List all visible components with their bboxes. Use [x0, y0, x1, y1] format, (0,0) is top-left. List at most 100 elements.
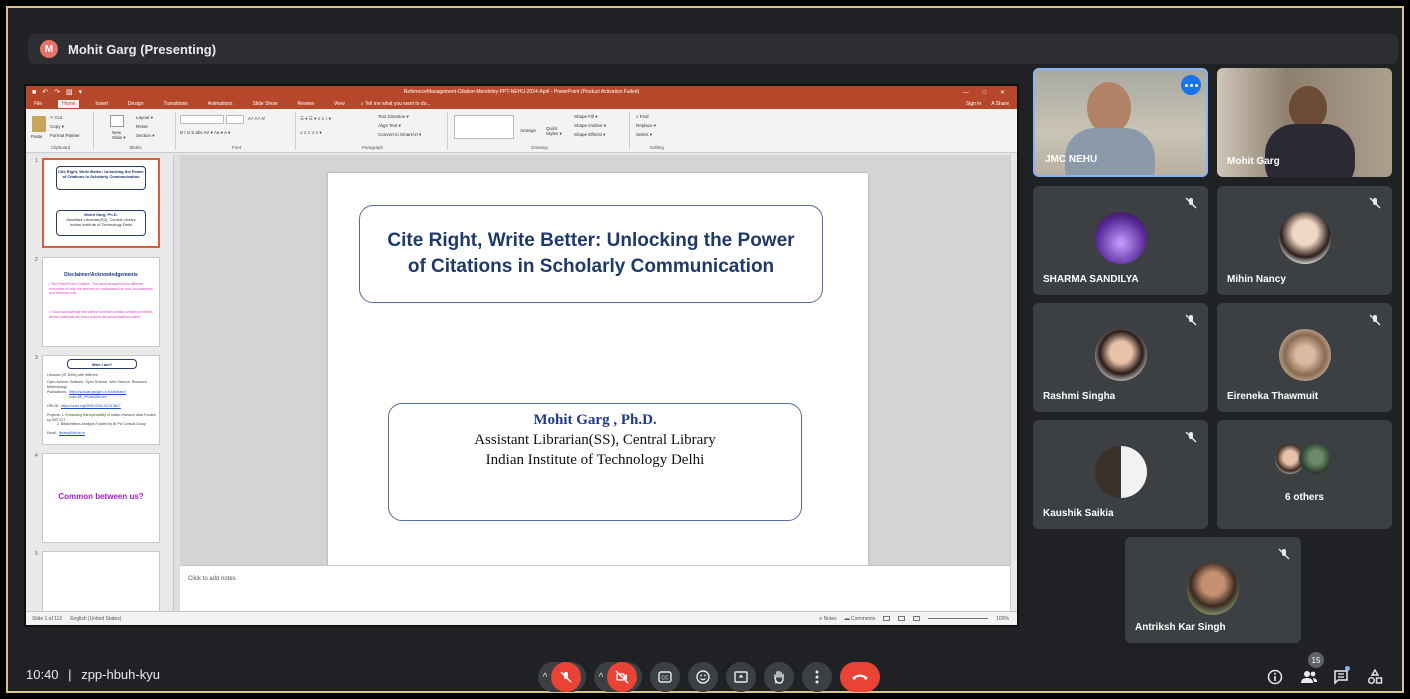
emoji-button[interactable]: [688, 662, 718, 692]
participant-video-shirt: [1065, 128, 1155, 175]
new-slide-icon[interactable]: [110, 115, 124, 127]
zoom-slider[interactable]: [928, 618, 989, 619]
mic-options-icon[interactable]: ^: [543, 672, 548, 683]
paste-icon[interactable]: [32, 116, 46, 132]
copy-button[interactable]: Copy ▾: [50, 124, 64, 130]
clipboard-group: Paste ✂ Cut Copy ▾ Format Painter Clipbo…: [28, 112, 94, 150]
arrange-button[interactable]: Arrange: [520, 128, 536, 133]
slide-thumbnail-3[interactable]: Who I am? Librarian (IIT Delhi) with dif…: [42, 355, 160, 445]
camera-options-icon[interactable]: ^: [599, 672, 604, 683]
mic-off-button[interactable]: [551, 662, 582, 692]
tab-insert[interactable]: Insert: [91, 100, 112, 108]
participant-tile-rashmi-singha[interactable]: Rashmi Singha: [1033, 303, 1208, 412]
present-button[interactable]: [726, 662, 756, 692]
participant-video: [1087, 82, 1131, 134]
view-normal-icon[interactable]: [883, 616, 891, 621]
font-size-controls[interactable]: A˄ A˅ A̸: [248, 116, 264, 121]
slide-author-box[interactable]: Mohit Garg , Ph.D. Assistant Librarian(S…: [388, 403, 802, 521]
layout-button[interactable]: Layout ▾: [136, 115, 153, 121]
slide-thumbnail-1[interactable]: Cite Right, Write Better: Unlocking the …: [42, 158, 160, 248]
language-indicator[interactable]: English (United States): [70, 616, 121, 622]
find-button[interactable]: ⌕ Find: [636, 114, 649, 119]
current-slide[interactable]: Cite Right, Write Better: Unlocking the …: [328, 173, 868, 579]
camera-off-button[interactable]: [607, 662, 638, 692]
shape-fill-button[interactable]: Shape Fill ▾: [574, 114, 598, 120]
align-text-button[interactable]: Align Text ▾: [378, 123, 401, 129]
meeting-details-button[interactable]: [1260, 662, 1290, 692]
select-button[interactable]: Select ▾: [636, 132, 652, 138]
format-painter-button[interactable]: Format Painter: [50, 133, 80, 138]
minimize-icon[interactable]: —: [963, 90, 975, 96]
shape-effects-button[interactable]: Shape Effects ▾: [574, 132, 605, 138]
thumb-title: Who I am?: [67, 359, 137, 369]
font-size-select[interactable]: [226, 115, 244, 124]
slides-label: Slides: [129, 145, 142, 150]
section-button[interactable]: Section ▾: [136, 133, 155, 139]
tab-file[interactable]: File: [30, 100, 46, 108]
replace-button[interactable]: Replace ▾: [636, 123, 656, 129]
chat-button[interactable]: [1326, 662, 1356, 692]
notes-pane[interactable]: Click to add notes: [180, 565, 1010, 611]
activities-button[interactable]: [1360, 662, 1390, 692]
slide-thumbnail-2[interactable]: Disclaimer/Acknowledgements • The PowerP…: [42, 257, 160, 347]
participant-name: Rashmi Singha: [1043, 391, 1116, 402]
close-icon[interactable]: ✕: [1000, 90, 1011, 96]
participant-tile-jmc-nehu[interactable]: JMC NEHU: [1033, 68, 1208, 177]
tab-transitions[interactable]: Transitions: [160, 100, 192, 108]
convert-smartart-button[interactable]: Convert to SmartArt ▾: [378, 132, 421, 138]
slide-scrollbar[interactable]: [1010, 155, 1017, 611]
font-format-controls[interactable]: B I U S abc AV ▾ Aa ▾ A ▾: [180, 130, 230, 136]
new-slide-button[interactable]: New Slide ▾: [112, 130, 130, 141]
slide-thumbnail-4[interactable]: Common between us?: [42, 453, 160, 543]
view-sorter-icon[interactable]: [898, 616, 906, 621]
participant-tile-others[interactable]: 6 others: [1217, 420, 1392, 529]
shapes-gallery[interactable]: [454, 115, 514, 139]
text-direction-button[interactable]: Text Direction ▾: [378, 114, 409, 120]
tab-design[interactable]: Design: [124, 100, 148, 108]
tab-animations[interactable]: Animations: [204, 100, 237, 108]
more-options-icon[interactable]: [1181, 75, 1201, 95]
tab-home[interactable]: Home: [58, 99, 80, 108]
maximize-icon[interactable]: □: [983, 90, 993, 96]
tell-me-box[interactable]: ⌕ Tell me what you want to do...: [361, 101, 431, 107]
participant-tile-antriksh-kar-singh[interactable]: Antriksh Kar Singh: [1125, 537, 1301, 643]
camera-control[interactable]: ^: [594, 662, 642, 692]
notes-toggle[interactable]: ≡ Notes: [819, 616, 836, 622]
tab-slide-show[interactable]: Slide Show: [249, 100, 282, 108]
slide-title-box[interactable]: Cite Right, Write Better: Unlocking the …: [359, 205, 823, 303]
more-options-button[interactable]: [802, 662, 832, 692]
tab-review[interactable]: Review: [294, 100, 318, 108]
thumb-paragraph: • The PowerPoint Content : The deck desi…: [49, 282, 153, 295]
people-button[interactable]: 15: [1294, 652, 1324, 692]
thumb-line: ORCID:: [47, 404, 60, 408]
tab-view[interactable]: View: [330, 100, 349, 108]
leave-call-button[interactable]: [840, 662, 880, 692]
reset-button[interactable]: Reset: [136, 124, 148, 129]
quick-styles-button[interactable]: Quick Styles ▾: [546, 126, 568, 137]
raise-hand-button[interactable]: [764, 662, 794, 692]
participant-name: Eireneka Thawmuit: [1227, 391, 1319, 402]
captions-button[interactable]: CC: [650, 662, 680, 692]
slide-thumbnail-5[interactable]: [42, 551, 160, 611]
list-controls[interactable]: ☰ ▾ ☰ ▾ ≡ ≡ ↕ ▾: [300, 116, 331, 122]
align-controls[interactable]: ≡ ≡ ≡ ≡ ≡ ▾: [300, 130, 322, 136]
comments-toggle[interactable]: ▬ Comments: [845, 616, 876, 622]
sign-in-link[interactable]: Sign in: [966, 101, 981, 107]
paste-button[interactable]: Paste: [31, 134, 43, 139]
cut-button[interactable]: ✂ Cut: [50, 115, 62, 121]
share-button[interactable]: Α Share: [991, 101, 1009, 107]
participant-tile-mihin-nancy[interactable]: Mihin Nancy: [1217, 186, 1392, 295]
ppt-window-title: ReferenceManagement-Citation-Mendeley-PP…: [403, 89, 640, 95]
participant-avatar: [1279, 329, 1331, 381]
shape-outline-button[interactable]: Shape Outline ▾: [574, 123, 606, 129]
font-group: A˄ A˅ A̸ B I U S abc AV ▾ Aa ▾ A ▾ Font: [178, 112, 296, 150]
participant-tile-eireneka-thawmuit[interactable]: Eireneka Thawmuit: [1217, 303, 1392, 412]
others-count: 6 others: [1285, 492, 1324, 503]
participant-tile-sharma-sandilya[interactable]: SHARMA SANDILYA: [1033, 186, 1208, 295]
font-name-select[interactable]: [180, 115, 224, 124]
participant-tile-mohit-garg[interactable]: Mohit Garg: [1217, 68, 1392, 177]
participant-tile-kaushik-saikia[interactable]: Kaushik Saikia: [1033, 420, 1208, 529]
zoom-level[interactable]: 100%: [996, 616, 1009, 622]
mic-control[interactable]: ^: [538, 662, 586, 692]
view-reading-icon[interactable]: [913, 616, 921, 621]
